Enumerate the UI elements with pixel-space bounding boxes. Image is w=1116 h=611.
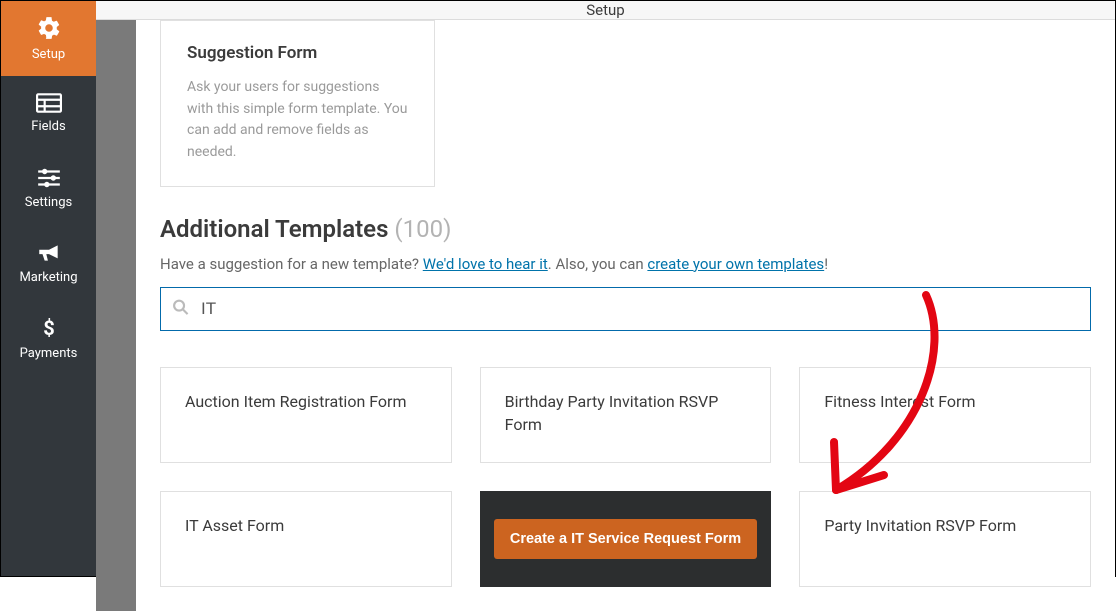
sidebar-item-setup[interactable]: Setup <box>1 1 96 76</box>
love-to-hear-link[interactable]: We'd love to hear it <box>423 255 548 273</box>
sliders-icon <box>36 167 62 189</box>
sidebar-item-marketing[interactable]: Marketing <box>1 226 96 301</box>
templates-grid: Auction Item Registration Form Birthday … <box>160 367 1091 587</box>
sidebar-item-settings[interactable]: Settings <box>1 151 96 226</box>
template-card-hovered[interactable]: Create a IT Service Request Form <box>480 491 772 587</box>
gear-icon <box>36 15 62 41</box>
template-search-input[interactable] <box>160 287 1091 331</box>
template-card[interactable]: Fitness Interest Form <box>799 367 1091 463</box>
template-card[interactable]: Party Invitation RSVP Form <box>799 491 1091 587</box>
sidebar-item-label: Settings <box>25 195 72 210</box>
bullhorn-icon <box>36 242 62 264</box>
create-own-templates-link[interactable]: create your own templates <box>647 255 824 273</box>
card-title: Suggestion Form <box>187 43 408 63</box>
card-desc: Ask your users for suggestions with this… <box>187 77 408 164</box>
template-card[interactable]: Auction Item Registration Form <box>160 367 452 463</box>
layout-icon <box>36 93 62 113</box>
template-card[interactable]: IT Asset Form <box>160 491 452 587</box>
template-card[interactable]: Birthday Party Invitation RSVP Form <box>480 367 772 463</box>
sidebar-item-fields[interactable]: Fields <box>1 76 96 151</box>
additional-templates-heading: Additional Templates (100) <box>160 215 1091 243</box>
sidebar-item-label: Fields <box>31 119 65 134</box>
sidebar-item-payments[interactable]: $ Payments <box>1 301 96 376</box>
sidebar-item-label: Setup <box>32 47 65 62</box>
create-template-button[interactable]: Create a IT Service Request Form <box>494 519 757 559</box>
dollar-icon: $ <box>41 316 57 340</box>
sidebar-item-label: Marketing <box>19 270 77 285</box>
svg-text:$: $ <box>43 316 54 340</box>
page-title-bar: Setup <box>96 1 1115 20</box>
search-wrap <box>160 287 1091 331</box>
suggestion-form-card[interactable]: Suggestion Form Ask your users for sugge… <box>160 20 435 187</box>
page-title: Setup <box>586 1 624 19</box>
sidebar-item-label: Payments <box>20 346 78 361</box>
sidebar: Setup Fields Settings Marketing $ Paymen… <box>1 1 96 576</box>
suggestion-line: Have a suggestion for a new template? We… <box>160 255 1091 273</box>
